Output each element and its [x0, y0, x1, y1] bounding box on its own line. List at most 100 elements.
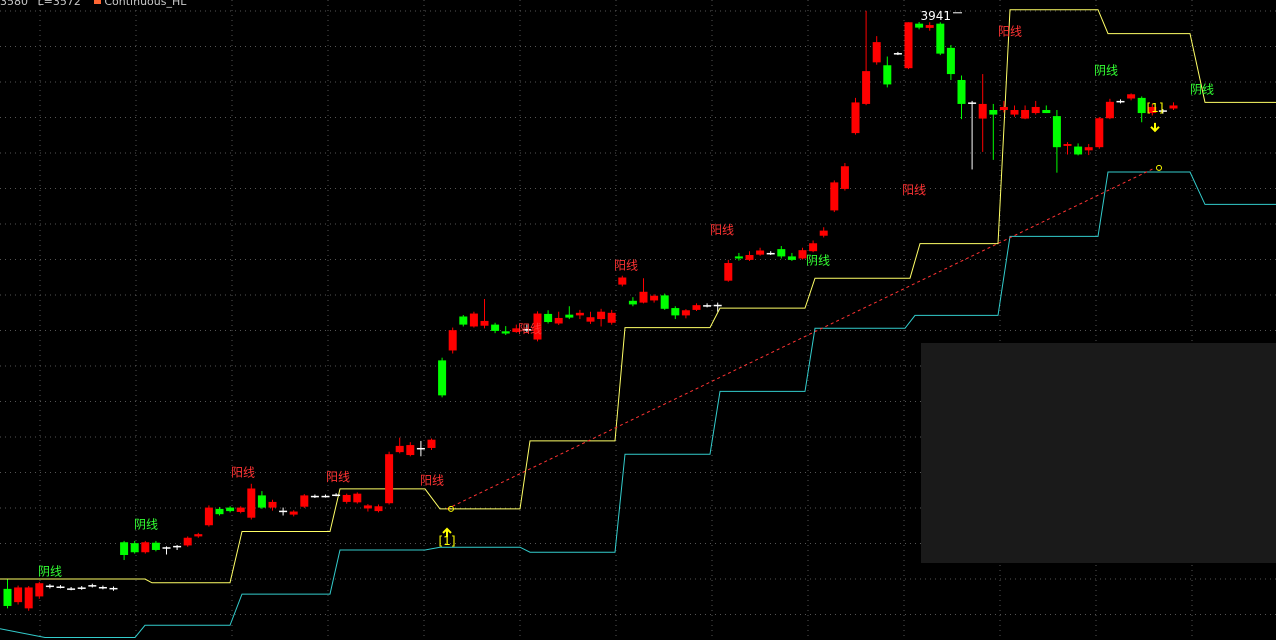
candle-body [681, 310, 690, 316]
candle-body [692, 305, 701, 310]
candle-body [501, 331, 510, 334]
candle-body [226, 507, 235, 512]
signal-label: [1] [1147, 101, 1164, 115]
candle-body [300, 495, 309, 507]
candle-body [999, 106, 1008, 111]
candle-body [565, 314, 574, 318]
candle-body [141, 542, 150, 553]
candle-body [395, 445, 404, 453]
candle-body [809, 243, 818, 252]
candle-body [151, 542, 160, 550]
candle-body [353, 493, 362, 503]
candle-annotation: 阳线 [614, 259, 638, 273]
candle-annotation: 阴线 [806, 253, 830, 267]
candle-body [45, 585, 54, 588]
signal-label: [1] [439, 534, 456, 548]
candle-body [204, 507, 213, 526]
candle-body [1021, 110, 1030, 119]
candle-body [56, 586, 65, 589]
candle-body [88, 585, 97, 587]
candle-body [597, 311, 606, 320]
candle-annotation: 阳线 [902, 183, 926, 197]
candle-body [936, 23, 945, 54]
candle-body [989, 110, 998, 115]
candle-body [586, 317, 595, 322]
candle-body [342, 494, 351, 502]
candle-body [279, 510, 288, 513]
low-readout: L=3572 [37, 0, 81, 8]
candle-body [650, 295, 659, 301]
candle-body [1010, 110, 1019, 115]
candle-body [77, 587, 86, 589]
signal-dot [1156, 164, 1162, 171]
candle-body [321, 495, 330, 498]
candle-body [756, 250, 765, 255]
candle-body [639, 291, 648, 303]
candle-body [109, 587, 118, 590]
candle-body [480, 320, 489, 326]
sell-arrow-icon [1150, 122, 1160, 133]
candle-body [703, 305, 712, 307]
candle-body [374, 506, 383, 512]
candle-body [385, 454, 394, 504]
candle-body [1137, 97, 1146, 114]
candle-body [363, 505, 372, 509]
candle-body [162, 547, 171, 549]
candle-body [1116, 100, 1125, 103]
candle-body [14, 587, 23, 603]
candle-body [893, 53, 902, 55]
candle-body [1031, 106, 1040, 114]
candle-body [946, 47, 955, 75]
candle-body [575, 312, 584, 316]
candle-body [724, 263, 733, 281]
candle-annotation: 阳线 [518, 322, 542, 336]
chart-header: 3580 L=3572 Continuous_HL [0, 0, 186, 8]
candle-body [130, 543, 139, 553]
candle-body [406, 445, 415, 456]
candle-body [268, 501, 277, 508]
candle-body [968, 102, 977, 104]
candle-body [819, 230, 828, 236]
candle-body [660, 295, 669, 309]
candle-body [925, 25, 934, 28]
candle-body [1169, 105, 1178, 109]
candle-body [851, 102, 860, 134]
candle-annotation: 阴线 [1190, 82, 1214, 96]
indicator-name: Continuous_HL [104, 0, 187, 8]
candle-body [3, 588, 12, 606]
candle-body [830, 182, 839, 211]
candle-body [777, 249, 786, 257]
indicator-swatch [94, 0, 102, 4]
candle-body [1074, 146, 1083, 155]
candle-body [332, 494, 341, 497]
candle-body [448, 330, 457, 351]
candle-body [236, 507, 245, 512]
candle-body [416, 447, 425, 450]
candle-body [745, 255, 754, 260]
candle-annotation: 阳线 [998, 25, 1022, 39]
candle-body [862, 71, 871, 104]
candle-body [1127, 94, 1136, 99]
candle-body [1052, 116, 1061, 148]
peak-value-label: 3941 [920, 9, 951, 23]
candle-body [183, 537, 192, 546]
candle-body [554, 317, 563, 324]
candle-body [173, 545, 182, 548]
candle-annotation: 阳线 [710, 223, 734, 237]
candle-body [469, 313, 478, 327]
candle-body [883, 65, 892, 85]
high-readout: 3580 [0, 0, 28, 8]
candle-body [257, 495, 266, 508]
candle-body [98, 586, 107, 589]
candle-body [607, 312, 616, 323]
candle-body [247, 488, 256, 518]
candle-body [904, 22, 913, 69]
candle-annotation: 阳线 [420, 474, 444, 488]
candle-body [120, 542, 129, 555]
candle-annotation: 阳线 [231, 466, 255, 480]
candle-body [1084, 147, 1093, 151]
candle-body [957, 79, 966, 104]
candle-body [1105, 101, 1114, 119]
candle-annotation: 阴线 [38, 564, 62, 578]
candle-body [840, 166, 849, 189]
